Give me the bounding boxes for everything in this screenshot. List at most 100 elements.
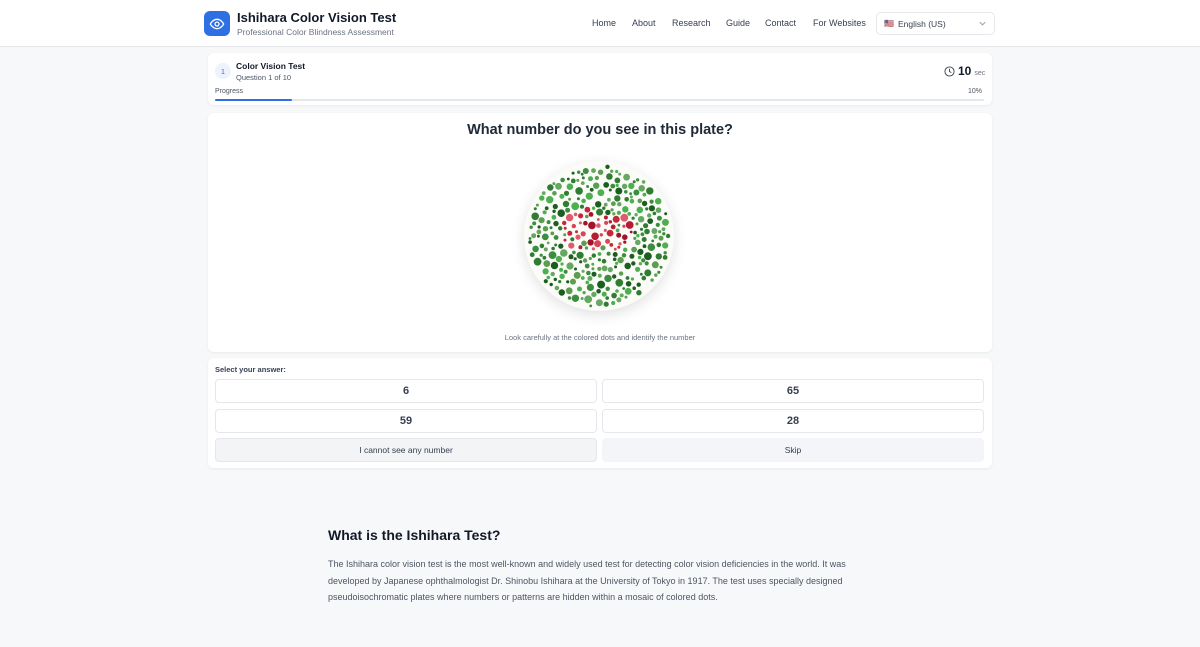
plate-dot [531, 233, 537, 239]
plate-dot [625, 276, 630, 280]
plate-dot [601, 265, 608, 272]
plate-dot [575, 187, 583, 195]
plate-dot [606, 173, 613, 180]
plate-dot [572, 250, 576, 255]
plate-dot [607, 197, 611, 202]
plate-dot [614, 177, 621, 184]
plate-dot [591, 267, 595, 271]
plate-dot [566, 262, 574, 270]
plate-dot [597, 258, 601, 262]
plate-dot [591, 253, 596, 258]
answer-option-59[interactable]: 59 [215, 409, 597, 433]
plate-dot [537, 234, 540, 238]
plate-dot [570, 278, 576, 285]
answer-option-65[interactable]: 65 [602, 379, 984, 403]
plate-dot [624, 197, 629, 202]
plate-dot [588, 221, 596, 230]
plate-dot [633, 236, 637, 240]
answer-option-28[interactable]: 28 [602, 409, 984, 433]
plate-dot [610, 208, 614, 212]
progress-card [208, 53, 992, 105]
nav-research[interactable]: Research [672, 18, 711, 28]
plate-dot [616, 297, 622, 303]
plate-dot [594, 175, 599, 181]
plate-dot [631, 261, 636, 266]
plate-dot [575, 230, 578, 234]
plate-dot [624, 295, 628, 299]
plate-dot [635, 266, 641, 272]
nav-guide[interactable]: Guide [726, 18, 750, 28]
plate-dot [595, 201, 602, 208]
plate-dot [562, 220, 567, 226]
plate-dot [546, 196, 554, 204]
plate-dot [636, 178, 640, 182]
plate-dot [580, 297, 584, 300]
plate-dot [573, 271, 581, 279]
plate-dot [528, 240, 532, 244]
plate-dot [607, 267, 613, 273]
plate-dot [587, 276, 593, 281]
plate-dot [548, 251, 557, 259]
plate-dot [553, 220, 559, 227]
progress-bar-fill [215, 99, 292, 101]
plate-dot [655, 222, 660, 227]
plate-dot [543, 247, 548, 252]
plate-dot [542, 255, 547, 260]
plate-dot [631, 246, 637, 253]
plate-dot [543, 260, 551, 267]
plate-dot [646, 187, 654, 195]
plate-dot [610, 224, 616, 230]
plate-dot [641, 258, 646, 263]
plate-dot [529, 225, 533, 229]
nav-home[interactable]: Home [592, 18, 616, 28]
plate-dot [558, 243, 564, 249]
plate-dot [615, 278, 624, 287]
plate-dot [541, 233, 549, 241]
cannot-see-button[interactable]: I cannot see any number [215, 438, 597, 462]
info-heading: What is the Ishihara Test? [328, 527, 501, 543]
plate-dot [559, 273, 565, 279]
timer-value: 10 [958, 64, 972, 78]
plate-dot [621, 253, 627, 258]
plate-dot [584, 206, 591, 213]
plate-dot [662, 232, 666, 236]
plate-dot [546, 275, 551, 280]
plate-dot [634, 213, 638, 217]
plate-dot [658, 235, 664, 241]
plate-dot [625, 221, 634, 229]
plate-dot [573, 212, 578, 217]
plate-dot [582, 258, 588, 263]
plate-dot [612, 257, 617, 262]
chevron-down-icon [978, 19, 987, 30]
plate-dot [638, 262, 643, 266]
plate-dot [603, 182, 610, 188]
eye-logo-icon [204, 11, 230, 36]
plate-dot [617, 202, 622, 207]
plate-dot [575, 234, 581, 240]
plate-dot [581, 269, 585, 273]
language-select[interactable]: 🇺🇸 English (US) [876, 12, 995, 35]
plate-dot [591, 262, 595, 266]
plate-dot [619, 293, 624, 298]
nav-about[interactable]: About [632, 18, 656, 28]
answer-option-6[interactable]: 6 [215, 379, 597, 403]
plate-dot [579, 204, 585, 209]
plate-dot [589, 304, 593, 308]
plate-dot [597, 266, 602, 271]
skip-button[interactable]: Skip [602, 438, 984, 462]
plate-dot [615, 289, 619, 293]
plate-dot [584, 246, 589, 250]
plate-dot [629, 192, 632, 196]
plate-dot [630, 277, 634, 281]
nav-for-websites[interactable]: For Websites [813, 18, 866, 28]
plate-dot [597, 273, 602, 278]
plate-dot [565, 287, 573, 295]
plate-dot [629, 230, 633, 234]
plate-dot [552, 209, 556, 213]
nav-contact[interactable]: Contact [765, 18, 796, 28]
plate-dot [641, 275, 647, 281]
plate-dot [651, 228, 658, 234]
plate-dot [543, 279, 548, 284]
plate-dot [597, 169, 604, 175]
app-title: Ishihara Color Vision Test [237, 10, 397, 25]
